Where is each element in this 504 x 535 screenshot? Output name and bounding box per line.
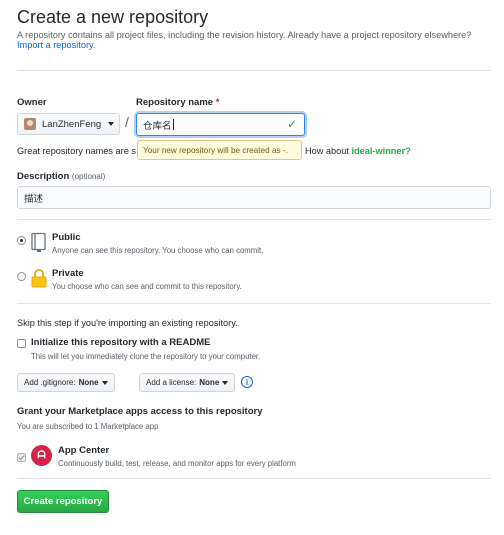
repo-book-icon	[31, 232, 46, 252]
divider	[17, 303, 491, 304]
app-center-icon: ᗩ	[31, 445, 52, 466]
intro-text: A repository contains all project files,…	[17, 30, 471, 50]
suggested-name[interactable]: ideal-winner?	[352, 146, 411, 156]
app-center-description: Continuously build, test, release, and m…	[58, 459, 296, 468]
owner-name: LanZhenFeng	[42, 118, 102, 130]
page-title: Create a new repository	[17, 7, 209, 27]
description-label-text: Description	[17, 171, 70, 182]
caret-down-icon	[101, 380, 108, 385]
description-input[interactable]: 描述	[17, 186, 491, 209]
public-title[interactable]: Public	[52, 232, 81, 243]
divider	[17, 219, 491, 220]
license-dropdown[interactable]: Add a license: None	[139, 373, 236, 392]
caret-down-icon	[108, 122, 115, 126]
readme-checkbox[interactable]	[17, 339, 26, 348]
readme-label[interactable]: Initialize this repository with a README	[31, 337, 210, 348]
description-value: 描述	[24, 193, 44, 205]
name-hint-text: Great repository names are s	[17, 146, 136, 156]
caret-down-icon	[222, 380, 229, 385]
text-cursor	[172, 119, 174, 130]
name-suggestion: How about ideal-winner?	[305, 146, 411, 156]
owner-label: Owner	[17, 97, 47, 108]
lock-icon	[31, 269, 47, 288]
public-subtitle: Anyone can see this repository. You choo…	[52, 246, 264, 255]
skip-step-text: Skip this step if you're importing an ex…	[17, 318, 238, 328]
gitignore-prefix: Add .gitignore:	[24, 378, 76, 387]
license-prefix: Add a license:	[146, 378, 197, 387]
gitignore-dropdown[interactable]: Add .gitignore: None	[17, 373, 115, 392]
private-subtitle: You choose who can see and commit to thi…	[52, 282, 242, 291]
gitignore-value: None	[78, 378, 99, 387]
repository-name-label: Repository name *	[136, 97, 219, 108]
app-center-checkbox[interactable]	[17, 453, 26, 462]
owner-dropdown[interactable]: LanZhenFeng	[17, 113, 120, 135]
how-about-text: How about	[305, 146, 349, 156]
import-repository-link[interactable]: Import a repository.	[17, 40, 95, 50]
marketplace-subscribed-text: You are subscribed to 1 Marketplace app	[17, 422, 159, 431]
check-icon: ✓	[286, 117, 297, 131]
marketplace-heading: Grant your Marketplace apps access to th…	[17, 406, 263, 417]
private-radio[interactable]	[17, 272, 26, 281]
intro-description: A repository contains all project files,…	[17, 30, 472, 40]
repository-name-label-text: Repository name	[136, 97, 214, 108]
divider	[17, 70, 491, 71]
public-radio[interactable]	[17, 236, 26, 245]
avatar	[24, 118, 36, 130]
optional-tag: (optional)	[71, 172, 106, 181]
repository-name-input[interactable]: 仓库名 ✓	[136, 113, 305, 136]
owner-repo-separator: /	[125, 114, 129, 130]
repository-name-value: 仓库名	[143, 120, 172, 132]
private-title[interactable]: Private	[52, 268, 84, 279]
readme-subtitle: This will let you immediately clone the …	[31, 352, 261, 361]
required-mark: *	[215, 97, 220, 108]
description-label: Description (optional)	[17, 171, 105, 182]
info-icon[interactable]: i	[241, 376, 253, 388]
divider	[17, 478, 491, 479]
app-center-name: App Center	[58, 445, 110, 456]
create-repository-button[interactable]: Create repository	[17, 490, 109, 513]
name-tooltip: Your new repository will be created as -…	[137, 140, 302, 160]
license-value: None	[199, 378, 220, 387]
